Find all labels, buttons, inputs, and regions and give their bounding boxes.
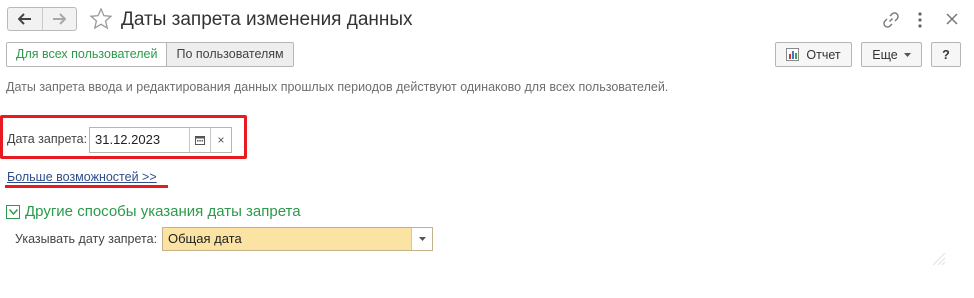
mode-dropdown-button[interactable]: [411, 228, 432, 250]
back-button[interactable]: [8, 8, 42, 30]
report-button[interactable]: Отчет: [775, 42, 852, 67]
help-button[interactable]: ?: [931, 42, 961, 67]
group-collapse-toggle[interactable]: [6, 205, 20, 219]
date-label: Дата запрета:: [7, 132, 88, 146]
chevron-down-icon: [903, 52, 911, 57]
mode-select[interactable]: Общая дата: [162, 227, 433, 251]
more-actions-label: Еще: [872, 47, 898, 62]
calendar-icon: [195, 136, 205, 145]
calendar-button[interactable]: [189, 128, 210, 152]
resize-grip-icon[interactable]: [930, 252, 946, 266]
date-input[interactable]: 31.12.2023: [90, 128, 189, 152]
arrow-right-icon: [53, 13, 67, 25]
close-icon[interactable]: [945, 12, 959, 26]
more-vertical-icon[interactable]: [915, 10, 925, 30]
forward-button[interactable]: [41, 8, 77, 30]
highlight-underline: [5, 185, 168, 188]
tab-all-users[interactable]: Для всех пользователей: [7, 43, 167, 66]
clear-button[interactable]: ×: [210, 128, 231, 152]
favorite-star-icon[interactable]: [89, 7, 113, 31]
chevron-down-icon: [418, 237, 426, 241]
report-label: Отчет: [806, 47, 841, 62]
more-actions-button[interactable]: Еще: [861, 42, 922, 67]
mode-label: Указывать дату запрета:: [15, 232, 158, 246]
more-options-link[interactable]: Больше возможностей >>: [7, 170, 157, 184]
clear-icon: ×: [217, 133, 225, 147]
group-title[interactable]: Другие способы указания даты запрета: [25, 203, 301, 220]
report-icon: [786, 48, 800, 61]
mode-select-value[interactable]: Общая дата: [163, 228, 411, 250]
tab-by-users[interactable]: По пользователям: [166, 43, 293, 66]
navigation-buttons: [7, 7, 77, 31]
date-field: 31.12.2023 ×: [89, 127, 232, 153]
page-title: Даты запрета изменения данных: [121, 9, 413, 30]
arrow-left-icon: [17, 13, 31, 25]
user-scope-tabs: Для всех пользователей По пользователям: [6, 42, 294, 67]
link-icon[interactable]: [882, 11, 900, 29]
chevron-down-icon: [8, 209, 18, 215]
form-description: Даты запрета ввода и редактирования данн…: [6, 80, 669, 94]
